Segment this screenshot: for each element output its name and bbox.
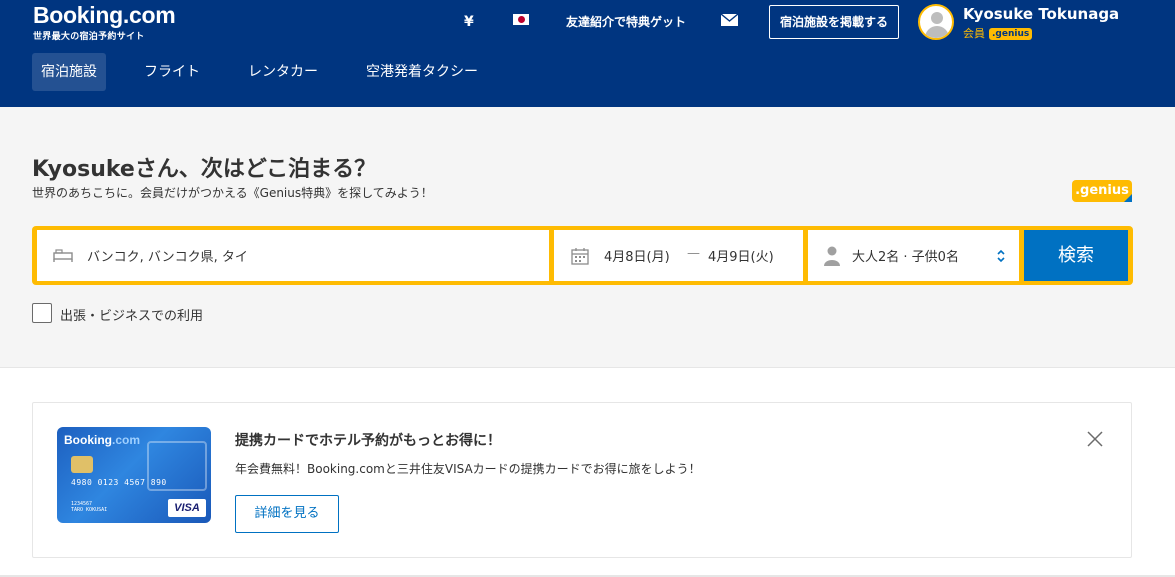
card-logo-dotcom: .com	[112, 433, 141, 447]
genius-badge: .genius	[1072, 180, 1132, 202]
guests-summary[interactable]: 大人2名 · 子供0名	[852, 246, 959, 265]
destination-input[interactable]: バンコク, バンコク県, タイ	[87, 246, 248, 265]
credit-card-promo: Booking.com 4980 0123 4567 890 1234567 T…	[32, 402, 1132, 558]
user-name[interactable]: Kyosuke Tokunaga	[963, 5, 1119, 23]
close-icon[interactable]	[1087, 431, 1103, 447]
avatar-body	[925, 26, 949, 38]
avatar-head	[931, 12, 943, 24]
checkout-date[interactable]: 4月9日(火)	[708, 246, 774, 265]
page-title: Kyosukeさん、次はどこ泊まる？	[32, 157, 377, 182]
refer-friend-link[interactable]: 友達紹介で特典ゲット	[566, 13, 686, 31]
logo-tagline: 世界最大の宿泊予約サイト	[33, 32, 145, 42]
card-holder: TARO KOKUSAI	[71, 507, 108, 513]
user-level-label: 会員	[963, 27, 985, 40]
bed-icon	[53, 249, 73, 262]
mail-icon[interactable]	[721, 14, 738, 26]
card-chip	[71, 456, 93, 473]
promo-description: 年会費無料！Booking.comと三井住友VISAカードの提携カードでお得に旅…	[235, 462, 701, 476]
genius-badge-corner	[1124, 194, 1132, 202]
tab-stays[interactable]: 宿泊施設	[32, 53, 106, 91]
tab-car-rental[interactable]: レンタカー	[239, 53, 327, 91]
visa-logo: VISA	[168, 499, 206, 517]
business-label[interactable]: 出張・ビジネスでの利用	[60, 305, 203, 324]
page-subtitle: 世界のあちこちに。会員だけがつかえる《Genius特典》を探してみよう！	[32, 186, 433, 200]
booking-logo[interactable]: Booking.com 世界最大の宿泊予約サイト	[33, 2, 176, 42]
credit-card-image: Booking.com 4980 0123 4567 890 1234567 T…	[57, 427, 211, 523]
calendar-icon	[571, 248, 589, 265]
search-bar: バンコク, バンコク県, タイ 4月8日(月) — 4月9日(火) 大人2名 ·…	[32, 226, 1133, 285]
promo-details-button[interactable]: 詳細を見る	[235, 495, 339, 533]
genius-mini-badge: .genius	[989, 28, 1033, 40]
card-logo: Booking.com	[64, 433, 140, 447]
logo-main-text: Booking	[33, 2, 123, 28]
logo-wordmark: Booking.com	[33, 2, 176, 28]
japan-flag-icon[interactable]	[513, 14, 529, 25]
destination-field[interactable]: バンコク, バンコク県, タイ	[37, 230, 549, 281]
checkin-date[interactable]: 4月8日(月)	[604, 246, 670, 265]
promo-title: 提携カードでホテル予約がもっとお得に！	[235, 433, 501, 449]
date-separator: —	[687, 246, 700, 261]
hero-section: Kyosukeさん、次はどこ泊まる？ 世界のあちこちに。会員だけがつかえる《Ge…	[0, 107, 1175, 368]
logo-dotcom-text: .com	[122, 2, 176, 28]
tab-airport-taxi[interactable]: 空港発着タクシー	[357, 53, 487, 91]
flag-circle	[518, 16, 525, 23]
search-button[interactable]: 検索	[1024, 230, 1128, 281]
genius-badge-text: .genius	[1075, 183, 1129, 198]
date-field[interactable]: 4月8日(月) — 4月9日(火)	[554, 230, 803, 281]
site-header: Booking.com 世界最大の宿泊予約サイト ¥ 友達紹介で特典ゲット 宿泊…	[0, 0, 1175, 107]
list-property-button[interactable]: 宿泊施設を掲載する	[769, 5, 899, 39]
chevron-updown-icon	[997, 249, 1005, 263]
card-logo-main: Booking	[64, 433, 112, 447]
tab-flights[interactable]: フライト	[135, 53, 209, 91]
user-level: 会員 .genius	[963, 25, 1033, 41]
business-checkbox[interactable]	[32, 303, 52, 323]
person-icon	[824, 246, 840, 266]
avatar[interactable]	[918, 4, 954, 40]
card-number: 4980 0123 4567 890	[71, 478, 167, 487]
guests-field[interactable]: 大人2名 · 子供0名	[808, 230, 1019, 281]
currency-selector[interactable]: ¥	[464, 13, 474, 31]
